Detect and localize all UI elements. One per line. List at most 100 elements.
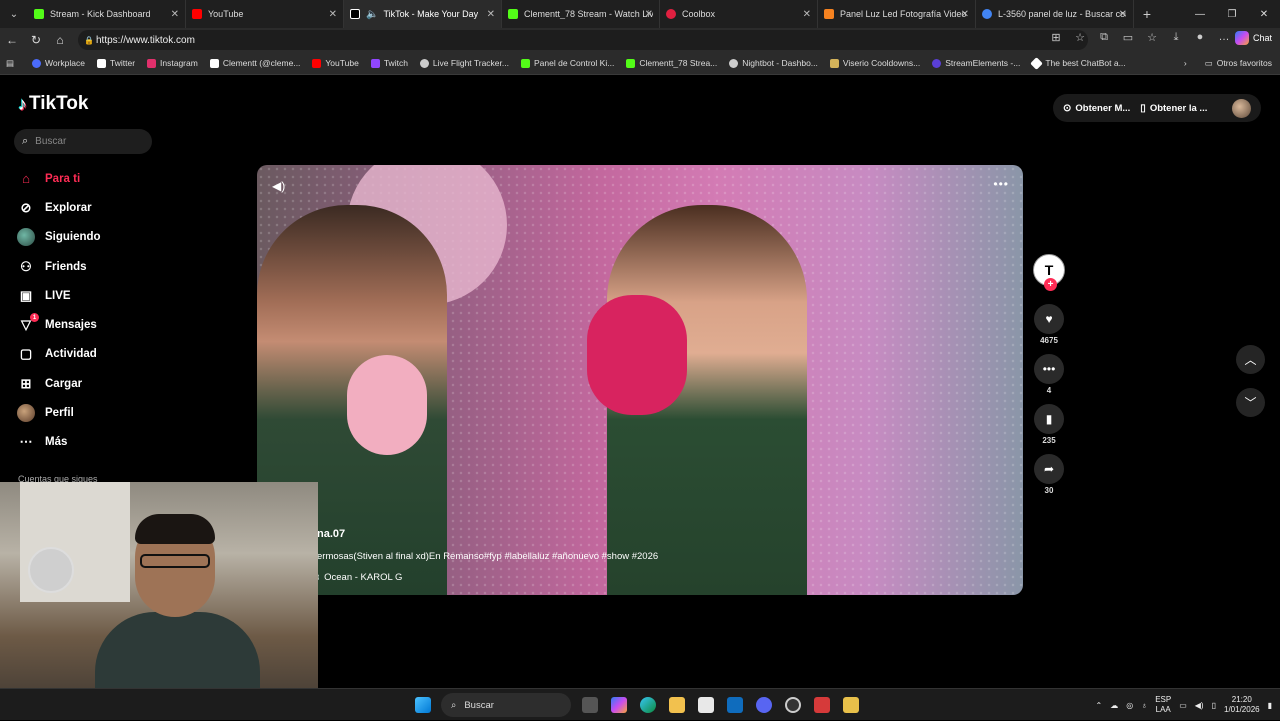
obs-app[interactable] <box>778 689 807 721</box>
sidebar-item-para-ti[interactable]: ⌂ Para ti <box>17 164 167 193</box>
comment-button[interactable]: ••• <box>1034 354 1064 384</box>
copilot-app[interactable] <box>604 689 633 721</box>
next-video-button[interactable]: ﹀ <box>1236 388 1265 417</box>
bookmark-item[interactable]: Clementt (@cleme... <box>204 58 307 68</box>
close-icon[interactable]: ✕ <box>645 9 653 20</box>
streamlabs-app[interactable] <box>807 689 836 721</box>
tab-google-search[interactable]: L-3560 panel de luz - Buscar con ✕ <box>976 0 1134 28</box>
bookmark-item[interactable]: Instagram <box>141 58 204 68</box>
like-button[interactable]: ♥ <box>1034 304 1064 334</box>
share-button[interactable]: ➦ <box>1034 454 1064 484</box>
tab-title: L-3560 panel de luz - Buscar con <box>998 9 1126 19</box>
tab-kick-dashboard[interactable]: Stream - Kick Dashboard ✕ <box>28 0 186 28</box>
collections-icon[interactable]: ▤ <box>0 58 26 69</box>
downloads-icon[interactable]: ⤓ <box>1164 31 1188 44</box>
clock[interactable]: 21:20 1/01/2026 <box>1224 695 1260 715</box>
favorite-star-icon[interactable]: ☆ <box>1068 31 1092 44</box>
close-icon[interactable]: ✕ <box>329 9 337 20</box>
bookmark-item[interactable]: StreamElements -... <box>926 58 1026 68</box>
minimize-icon[interactable]: — <box>1184 0 1216 28</box>
bookmark-item[interactable]: Viserio Cooldowns... <box>824 58 926 68</box>
sidebar-item-perfil[interactable]: Perfil <box>17 398 167 427</box>
bookmark-item[interactable]: YouTube <box>306 58 364 68</box>
mail-app[interactable] <box>720 689 749 721</box>
back-icon[interactable]: ← <box>0 33 24 47</box>
tab-panel-luz[interactable]: Panel Luz Led Fotografía Video Tr ✕ <box>818 0 976 28</box>
monitor-icon[interactable]: ▭ <box>1179 701 1187 710</box>
user-avatar[interactable] <box>1232 98 1251 118</box>
discord-app[interactable] <box>749 689 778 721</box>
notes-app[interactable] <box>836 689 865 721</box>
taskbar-search[interactable]: ⌕ Buscar <box>441 693 571 717</box>
tab-coolbox[interactable]: Coolbox ✕ <box>660 0 818 28</box>
bookmark-item[interactable]: Nightbot - Dashbo... <box>723 58 824 68</box>
close-icon[interactable]: ✕ <box>171 9 179 20</box>
input-language[interactable]: ESP LAA <box>1155 695 1171 715</box>
tab-tiktok[interactable]: 🔈 TikTok - Make Your Day ✕ <box>344 0 502 28</box>
profile-icon[interactable]: ● <box>1188 31 1212 44</box>
close-icon[interactable]: ✕ <box>487 9 495 20</box>
file-explorer-app[interactable] <box>662 689 691 721</box>
sidebar-item-cargar[interactable]: ⊞ Cargar <box>17 369 167 398</box>
video-player[interactable]: ◀) ••• na.07 ermosas(Stiven al final xd)… <box>257 165 1023 595</box>
close-icon[interactable]: ✕ <box>961 9 969 20</box>
new-tab-button[interactable]: + <box>1134 6 1160 22</box>
notifications-icon[interactable]: ▮ <box>1268 701 1272 710</box>
split-screen-icon[interactable]: ▭ <box>1116 31 1140 44</box>
close-icon[interactable]: ✕ <box>803 9 811 20</box>
bookmark-item[interactable]: Twitch <box>365 58 414 68</box>
task-view-button[interactable] <box>575 689 604 721</box>
sidebar-item-live[interactable]: ▣ LIVE <box>17 281 167 310</box>
bookmark-item[interactable]: Clementt_78 Strea... <box>620 58 723 68</box>
previous-video-button[interactable]: ︿ <box>1236 345 1265 374</box>
close-window-icon[interactable]: ✕ <box>1248 0 1280 28</box>
network-tray-icon[interactable]: ◎ <box>1126 701 1133 710</box>
chevron-right-icon[interactable]: › <box>1184 58 1187 68</box>
chevron-up-icon[interactable]: ⌃ <box>1096 701 1103 710</box>
more-options-icon[interactable]: … <box>1212 31 1236 44</box>
speaker-icon[interactable]: 🔈 <box>366 9 378 20</box>
copilot-chat-button[interactable]: Chat <box>1234 31 1272 45</box>
other-bookmarks[interactable]: › ▭ Otros favoritos <box>1184 58 1272 69</box>
close-icon[interactable]: ✕ <box>1119 9 1127 20</box>
restore-icon[interactable]: ❐ <box>1216 0 1248 28</box>
volume-icon[interactable]: ◀) <box>1195 701 1204 710</box>
app-available-icon[interactable]: ⊞ <box>1044 31 1068 44</box>
more-options-icon[interactable]: ••• <box>993 177 1009 191</box>
favorites-icon[interactable]: ☆ <box>1140 31 1164 44</box>
follow-plus-icon[interactable]: + <box>1044 278 1057 291</box>
get-coins-button[interactable]: ⊙ Obtener M... <box>1053 103 1130 114</box>
microphone-icon[interactable]: ♁ <box>1141 701 1147 710</box>
onedrive-icon[interactable]: ☁ <box>1110 701 1118 710</box>
url-field[interactable]: 🔒 https://www.tiktok.com <box>78 30 1088 50</box>
tab-kick-stream[interactable]: Clementt_78 Stream - Watch Live ✕ <box>502 0 660 28</box>
sidebar-item-friends[interactable]: ⚇ Friends <box>17 252 167 281</box>
start-button[interactable] <box>408 689 437 721</box>
creator-avatar[interactable]: T + <box>1033 254 1065 291</box>
sidebar-item-mensajes[interactable]: ▽ 1 Mensajes <box>17 310 167 339</box>
extensions-icon[interactable]: ⧉ <box>1092 31 1116 44</box>
sidebar-item-explorar[interactable]: ⊘ Explorar <box>17 193 167 222</box>
sidebar-item-siguiendo[interactable]: Siguiendo <box>17 223 167 252</box>
home-icon[interactable]: ⌂ <box>48 33 72 47</box>
sidebar-item-mas[interactable]: ⋯ Más <box>17 428 167 457</box>
bookmark-item[interactable]: Live Flight Tracker... <box>414 58 515 68</box>
bookmark-item[interactable]: The best ChatBot a... <box>1026 56 1131 70</box>
store-app[interactable] <box>691 689 720 721</box>
bookmark-item[interactable]: Workplace <box>26 58 91 68</box>
reload-icon[interactable]: ↻ <box>24 33 48 47</box>
edge-app[interactable] <box>633 689 662 721</box>
get-app-button[interactable]: ▯ Obtener la ... <box>1130 103 1207 114</box>
mute-toggle-icon[interactable]: ◀) <box>272 179 285 193</box>
bookmark-item[interactable]: Panel de Control Ki... <box>515 58 620 68</box>
sidebar-item-actividad[interactable]: ▢ Actividad <box>17 340 167 369</box>
video-music[interactable]: ♫ Ocean - KAROL G <box>313 572 402 583</box>
bookmark-item[interactable]: Twitter <box>91 58 141 68</box>
video-author[interactable]: na.07 <box>317 528 345 540</box>
tab-actions-menu-button[interactable]: ⌄ <box>0 0 28 28</box>
save-button[interactable]: ▮ <box>1034 404 1064 434</box>
tab-youtube[interactable]: YouTube ✕ <box>186 0 344 28</box>
tiktok-logo[interactable]: ♪ TikTok <box>18 93 88 115</box>
battery-icon[interactable]: ▯ <box>1212 701 1216 710</box>
search-input[interactable]: ⌕ Buscar <box>14 129 152 154</box>
